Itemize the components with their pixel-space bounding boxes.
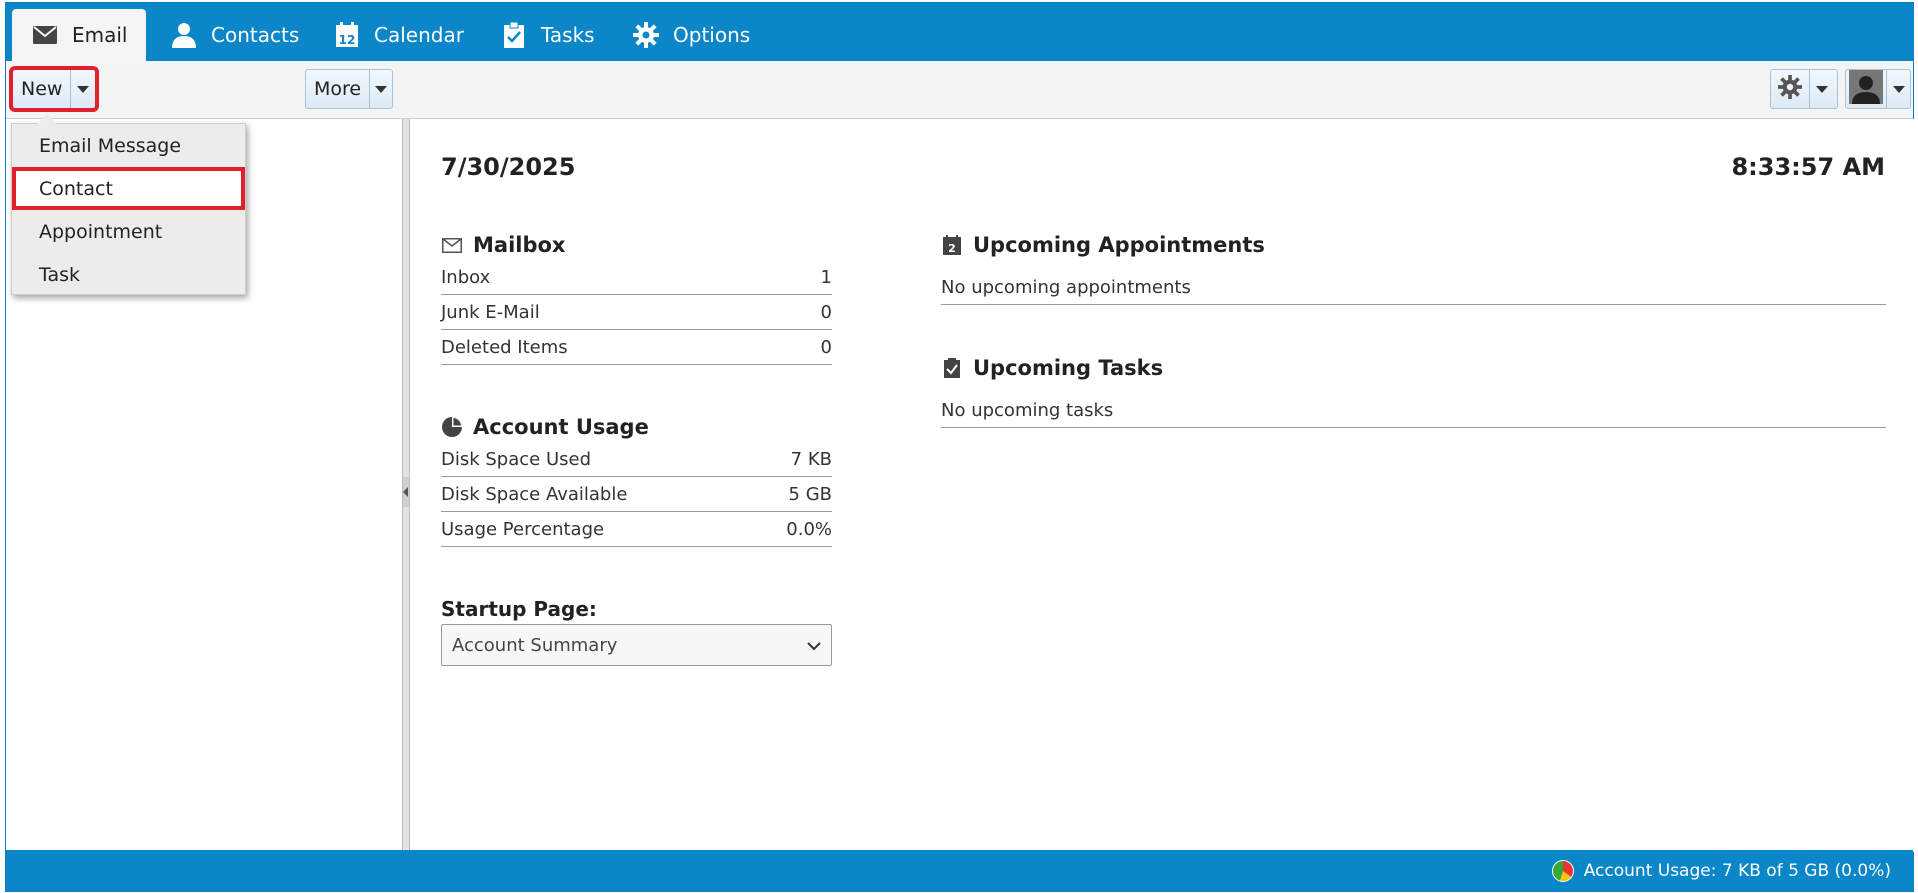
row-value: 5 GB [788,483,832,505]
chevron-down-icon [807,635,821,656]
row-value: 0 [820,301,832,323]
row-label: Disk Space Used [441,448,592,470]
account-summary: 7/30/2025 8:33:57 AM Mailbox Inbox 1 Jun… [410,119,1915,852]
startup-page-value: Account Summary [452,634,618,656]
row-label: Inbox [441,266,491,288]
svg-text:12: 12 [339,33,356,47]
menu-item-email-message[interactable]: Email Message [12,124,245,167]
tasks-title: Upcoming Tasks [973,356,1164,380]
menu-item-appointment[interactable]: Appointment [12,210,245,253]
usage-row-disk-available: Disk Space Available 5 GB [441,477,832,512]
startup-page-select[interactable]: Account Summary [441,624,832,666]
tab-tasks[interactable]: Tasks [499,9,595,61]
summary-time: 8:33:57 AM [1731,153,1885,181]
tab-options-label: Options [673,23,751,47]
mailbox-row-deleted[interactable]: Deleted Items 0 [441,330,832,365]
mailbox-title: Mailbox [473,233,566,257]
tasks-empty: No upcoming tasks [941,393,1886,428]
row-label: Usage Percentage [441,518,605,540]
clipboard-check-icon [941,357,963,379]
tasks-heading: Upcoming Tasks [941,356,1163,380]
startup-page-label: Startup Page: [441,597,597,621]
appointments-title: Upcoming Appointments [973,233,1265,257]
mailbox-row-inbox[interactable]: Inbox 1 [441,260,832,295]
settings-button[interactable] [1770,69,1838,109]
toolbar: New More [6,61,1913,119]
usage-row-disk-used: Disk Space Used 7 KB [441,442,832,477]
usage-row-percentage: Usage Percentage 0.0% [441,512,832,547]
row-value: 0 [820,336,832,358]
new-button-label: New [21,78,63,100]
pane-splitter[interactable] [402,119,410,852]
mailbox-row-junk[interactable]: Junk E-Mail 0 [441,295,832,330]
menu-item-task[interactable]: Task [12,253,245,296]
tab-calendar-label: Calendar [374,23,464,47]
tab-email-label: Email [72,23,128,47]
user-menu-button[interactable] [1845,69,1911,109]
more-button-label: More [314,78,362,100]
new-button[interactable]: New [9,66,99,112]
chevron-down-icon[interactable] [70,70,94,108]
row-label: Deleted Items [441,336,568,358]
calendar-small-icon: 2 [941,234,963,256]
row-label: Junk E-Mail [441,301,540,323]
tab-contacts-label: Contacts [211,23,300,47]
summary-date: 7/30/2025 [441,153,576,181]
tab-calendar[interactable]: 12 Calendar [332,9,464,61]
row-label: Disk Space Available [441,483,628,505]
appointments-heading: 2 Upcoming Appointments [941,233,1265,257]
avatar [1846,69,1886,109]
svg-text:2: 2 [948,242,956,255]
gear-icon [631,20,661,50]
chevron-down-icon[interactable] [1886,70,1910,108]
collapse-arrow-icon[interactable] [403,477,409,507]
account-usage-title: Account Usage [473,415,649,439]
top-nav-bar: Email Contacts 12 Calendar Tasks Options [6,3,1913,61]
clipboard-check-icon [499,20,529,50]
envelope-outline-icon [441,234,463,256]
row-value: 0.0% [786,518,832,540]
usage-pie-icon [1551,859,1574,882]
tab-contacts[interactable]: Contacts [169,9,299,61]
webmail-app: Email Contacts 12 Calendar Tasks Options [5,2,1915,892]
chevron-down-icon[interactable] [369,70,392,108]
row-value: 1 [820,266,832,288]
row-value: 7 KB [790,448,832,470]
pie-chart-icon [441,416,463,438]
appointments-empty: No upcoming appointments [941,270,1886,305]
gear-icon [1771,74,1809,104]
mailbox-heading: Mailbox [441,233,565,257]
chevron-down-icon[interactable] [1809,70,1833,108]
more-button[interactable]: More [305,69,393,109]
status-usage-text: Account Usage: 7 KB of 5 GB (0.0%) [1583,860,1891,881]
calendar-icon: 12 [332,20,362,50]
tab-options[interactable]: Options [631,9,750,61]
account-usage-heading: Account Usage [441,415,649,439]
menu-item-contact[interactable]: Contact [12,167,245,210]
tab-email[interactable]: Email [12,9,146,61]
tab-tasks-label: Tasks [541,23,595,47]
status-bar: Account Usage: 7 KB of 5 GB (0.0%) [6,850,1913,891]
envelope-icon [30,20,60,50]
new-dropdown-menu: Email Message Contact Appointment Task [11,114,246,296]
person-icon [169,20,199,50]
